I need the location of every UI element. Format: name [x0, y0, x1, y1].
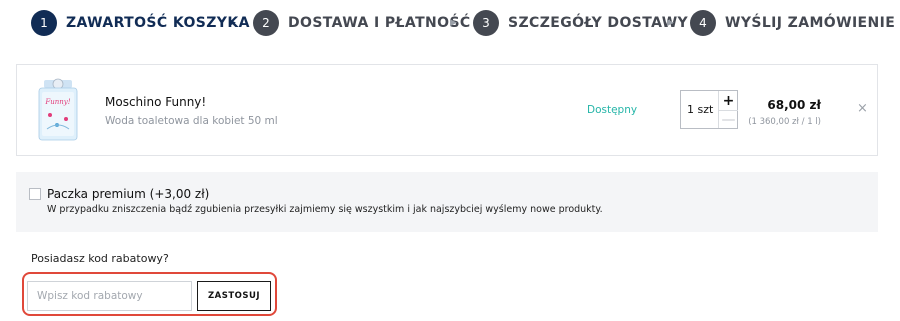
quantity-minus-button[interactable]: —: [719, 110, 738, 129]
premium-package-title[interactable]: Paczka premium (+3,00 zł): [47, 187, 209, 201]
quantity-value[interactable]: 1 szt: [687, 103, 713, 116]
step-label: SZCZEGÓŁY DOSTAWY: [508, 15, 689, 31]
remove-item-icon[interactable]: ×: [857, 101, 868, 116]
step-delivery-payment[interactable]: 2 DOSTAWA I PŁATNOŚĆ: [253, 8, 471, 38]
step-number: 3: [473, 10, 499, 36]
step-number: 4: [690, 10, 716, 36]
cart-item-row: Funny! Moschino Funny! Woda toaletowa dl…: [16, 64, 878, 156]
bottle-label: Funny!: [44, 98, 70, 106]
product-name[interactable]: Moschino Funny!: [105, 95, 206, 109]
step-number: 2: [253, 10, 279, 36]
step-arrow-icon: ▶: [229, 18, 236, 28]
step-arrow-icon: ▶: [450, 18, 457, 28]
availability-status: Dostępny: [587, 104, 638, 116]
step-number: 1: [31, 10, 57, 36]
discount-code-label: Posiadasz kod rabatowy?: [31, 252, 169, 265]
quantity-plus-button[interactable]: +: [719, 91, 738, 110]
unit-price: (1 360,00 zł / 1 l): [748, 117, 821, 127]
apply-discount-button[interactable]: ZASTOSUJ: [197, 281, 271, 311]
premium-package-option: Paczka premium (+3,00 zł) W przypadku zn…: [16, 172, 878, 232]
step-cart-contents[interactable]: 1 ZAWARTOŚĆ KOSZYKA: [31, 8, 250, 38]
step-arrow-icon: ▶: [667, 18, 674, 28]
quantity-stepper: 1 szt + —: [680, 90, 738, 129]
premium-package-description: W przypadku zniszczenia bądź zgubienia p…: [47, 204, 603, 215]
checkout-steps: 1 ZAWARTOŚĆ KOSZYKA ▶ 2 DOSTAWA I PŁATNO…: [0, 8, 900, 38]
product-thumbnail[interactable]: Funny!: [33, 77, 83, 143]
step-label: ZAWARTOŚĆ KOSZYKA: [66, 15, 250, 31]
discount-code-input[interactable]: [27, 281, 192, 311]
item-price: 68,00 zł: [767, 98, 821, 112]
step-label: WYŚLIJ ZAMÓWIENIE: [725, 15, 896, 31]
step-delivery-details[interactable]: 3 SZCZEGÓŁY DOSTAWY: [473, 8, 688, 38]
product-description: Woda toaletowa dla kobiet 50 ml: [105, 115, 278, 127]
step-label: DOSTAWA I PŁATNOŚĆ: [288, 15, 471, 31]
premium-package-checkbox[interactable]: [29, 188, 41, 200]
step-send-order[interactable]: 4 WYŚLIJ ZAMÓWIENIE: [690, 8, 895, 38]
